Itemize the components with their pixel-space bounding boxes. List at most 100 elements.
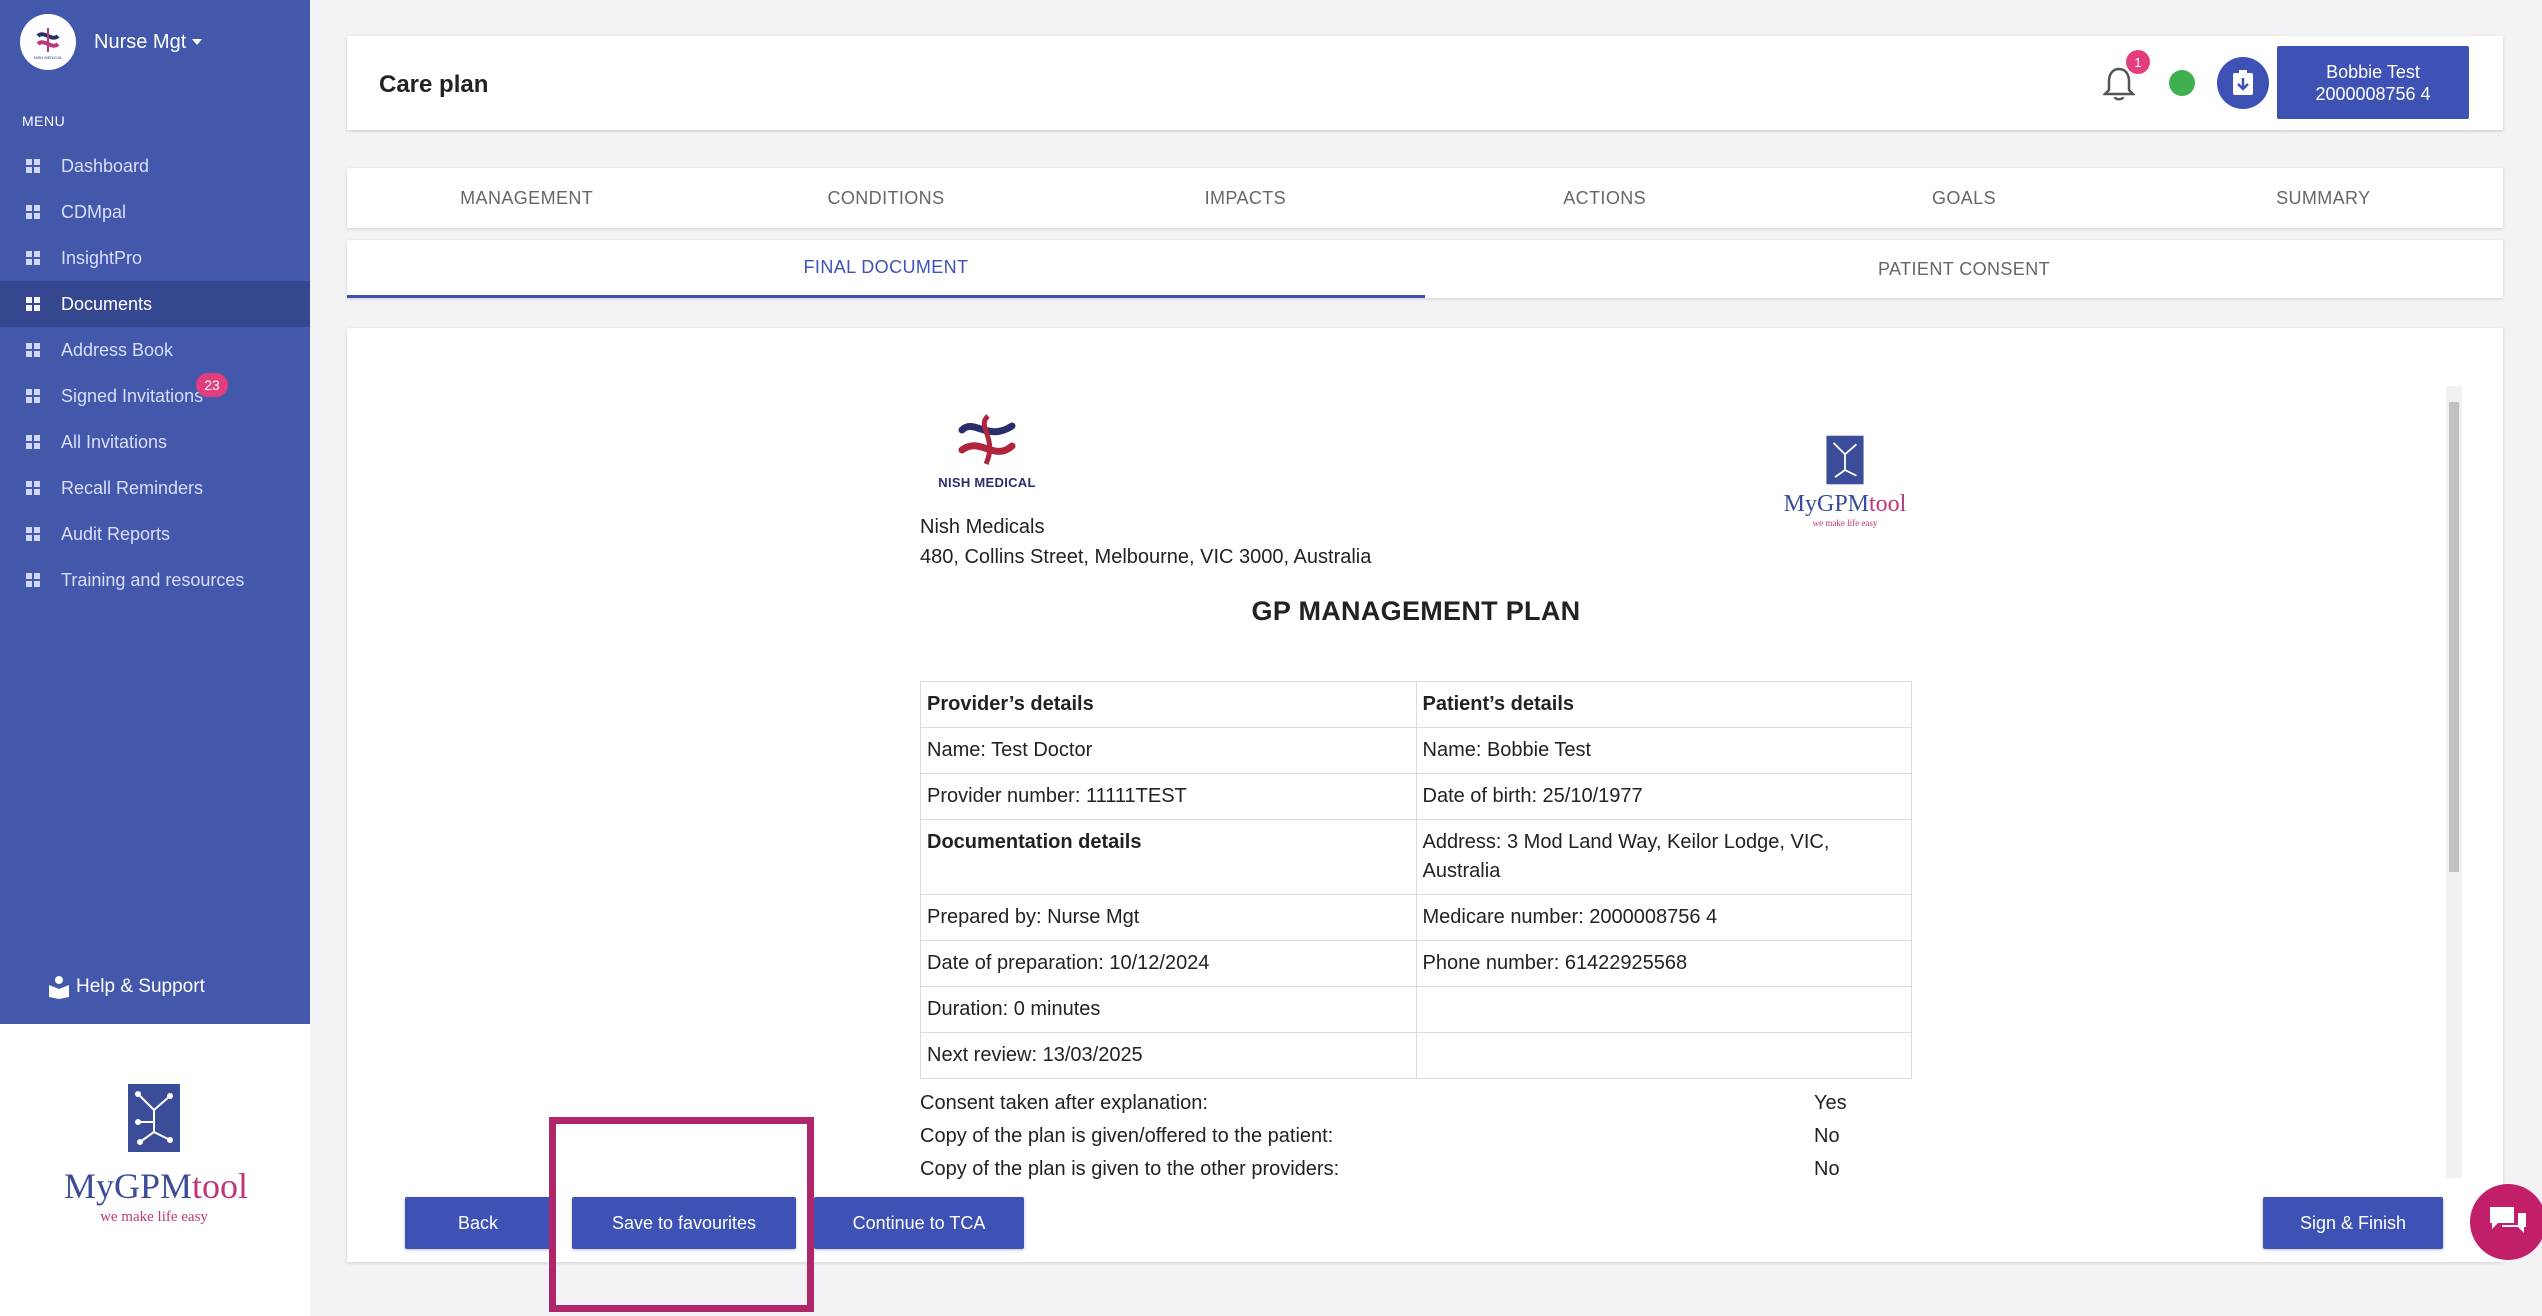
doc-logo-gpm: GPM [1816,491,1870,517]
tab-conditions[interactable]: CONDITIONS [706,168,1065,228]
tab-actions[interactable]: ACTIONS [1425,168,1784,228]
sign-finish-button[interactable]: Sign & Finish [2263,1197,2443,1249]
circuit-icon [1826,435,1864,485]
provider-details-header: Provider’s details [920,681,1417,728]
sidebar-item-label: Audit Reports [61,523,171,544]
user-menu[interactable]: NISH MEDICAL Nurse Mgt [20,14,203,70]
plan-title: GP MANAGEMENT PLAN [1251,596,1581,626]
notification-badge: 1 [2126,50,2150,74]
sidebar-item-documents[interactable]: Documents [0,281,310,327]
sidebar-item-label: Dashboard [61,155,150,176]
consent-label: Copy of the plan is given to the other p… [920,1158,1340,1180]
highlight-box [549,1117,814,1312]
care-plan-tabs: MANAGEMENT CONDITIONS IMPACTS ACTIONS GO… [347,168,2503,228]
grid-icon [26,527,40,541]
help-label: Help & Support [76,976,205,997]
tab-patient-consent[interactable]: PATIENT CONSENT [1425,240,2503,298]
download-button[interactable] [2217,57,2269,109]
sidebar-menu: Dashboard CDMpal InsightPro Documents Ad… [0,143,310,603]
date-of-preparation: Date of preparation: 10/12/2024 [920,940,1417,987]
table-row: Prepared by: Nurse Mgt Medicare number: … [920,894,1912,941]
chevron-down-icon[interactable] [192,39,203,45]
grid-icon [26,159,40,173]
sidebar-item-label: Signed Invitations [61,385,204,406]
empty-cell [1415,986,1912,1033]
tab-management[interactable]: MANAGEMENT [347,168,706,228]
practice-name: Nish Medicals [920,516,1045,538]
consent-label: Copy of the plan is given/offered to the… [920,1125,1334,1147]
duration: Duration: 0 minutes [920,986,1417,1033]
sidebar-item-address-book[interactable]: Address Book [0,327,310,373]
page-header: Care plan 1 Bobbie Test 2000008756 4 [347,36,2503,130]
medicare-number: Medicare number: 2000008756 4 [1415,894,1912,941]
consent-value: No [1814,1158,1840,1180]
logo-gpm: GPM [114,1166,193,1206]
count-badge: 23 [196,373,228,397]
prepared-by: Prepared by: Nurse Mgt [920,894,1417,941]
nish-medical-logo: NISH MEDICAL [932,412,1042,490]
online-status-dot [2169,70,2195,96]
sidebar-item-label: Address Book [61,339,174,360]
mygptool-logo: MyGPMtool we make life easy [64,1082,248,1226]
grid-icon [26,251,40,265]
table-row: Provider number: 11111TEST Date of birth… [920,773,1912,820]
grid-icon [26,573,40,587]
sidebar-item-all-invitations[interactable]: All Invitations [0,419,310,465]
help-book-icon [49,976,69,999]
page-title: Care plan [379,71,489,98]
sidebar-item-insightpro[interactable]: InsightPro [0,235,310,281]
table-row: Duration: 0 minutes [920,986,1912,1033]
circuit-icon [128,1084,180,1152]
patient-address: Address: 3 Mod Land Way, Keilor Lodge, V… [1415,819,1912,895]
details-table: Provider’s details Patient’s details Nam… [920,681,1912,1079]
grid-icon [26,481,40,495]
continue-to-tca-button[interactable]: Continue to TCA [814,1197,1024,1249]
menu-label: MENU [22,113,66,129]
doc-logo-tool: tool [1869,491,1907,517]
sidebar-item-label: Recall Reminders [61,477,204,498]
grid-icon [26,205,40,219]
empty-cell [1415,1032,1912,1079]
chat-icon [2490,1207,2526,1233]
provider-name: Name: Test Doctor [920,727,1417,774]
grid-icon [26,389,40,403]
help-support-link[interactable]: Help & Support [48,975,205,999]
sidebar-item-audit-reports[interactable]: Audit Reports [0,511,310,557]
table-row: Documentation details Address: 3 Mod Lan… [920,819,1912,895]
sidebar-item-training[interactable]: Training and resources [0,557,310,603]
patient-medicare: 2000008756 4 [2315,84,2431,104]
patient-info-button[interactable]: Bobbie Test 2000008756 4 [2277,46,2469,119]
logo-my: My [64,1166,115,1206]
download-icon [2233,70,2253,95]
patient-details-header: Patient’s details [1415,681,1912,728]
provider-number: Provider number: 11111TEST [920,773,1417,820]
chat-button[interactable] [2470,1184,2542,1260]
sidebar-item-label: CDMpal [61,201,127,222]
sidebar-item-label: All Invitations [61,431,168,452]
sidebar-item-dashboard[interactable]: Dashboard [0,143,310,189]
sidebar-item-cdmpal[interactable]: CDMpal [0,189,310,235]
tab-impacts[interactable]: IMPACTS [1066,168,1425,228]
consent-value: No [1814,1125,1840,1147]
date-of-birth: Date of birth: 25/10/1977 [1415,773,1912,820]
tab-goals[interactable]: GOALS [1784,168,2143,228]
sidebar-item-label: Training and resources [61,569,245,590]
back-button[interactable]: Back [405,1197,551,1249]
table-row: Name: Test Doctor Name: Bobbie Test [920,727,1912,774]
user-name[interactable]: Nurse Mgt [94,31,186,54]
sidebar-item-signed-invitations[interactable]: Signed Invitations 23 [0,373,310,419]
table-row: Provider’s details Patient’s details [920,681,1912,728]
sidebar-item-label: InsightPro [61,247,143,268]
grid-icon [26,343,40,357]
sidebar-item-recall-reminders[interactable]: Recall Reminders [0,465,310,511]
table-row: Date of preparation: 10/12/2024 Phone nu… [920,940,1912,987]
document-scrollbar[interactable] [2446,386,2462,1178]
sidebar-item-label: Documents [61,293,153,314]
practice-address: 480, Collins Street, Melbourne, VIC 3000… [920,546,1372,568]
doc-logo-my: My [1783,491,1817,517]
documentation-details-header: Documentation details [920,819,1417,895]
scroll-thumb[interactable] [2449,402,2459,872]
logo-tagline: we make life easy [100,1209,208,1225]
tab-summary[interactable]: SUMMARY [2144,168,2503,228]
tab-final-document[interactable]: FINAL DOCUMENT [347,240,1425,298]
